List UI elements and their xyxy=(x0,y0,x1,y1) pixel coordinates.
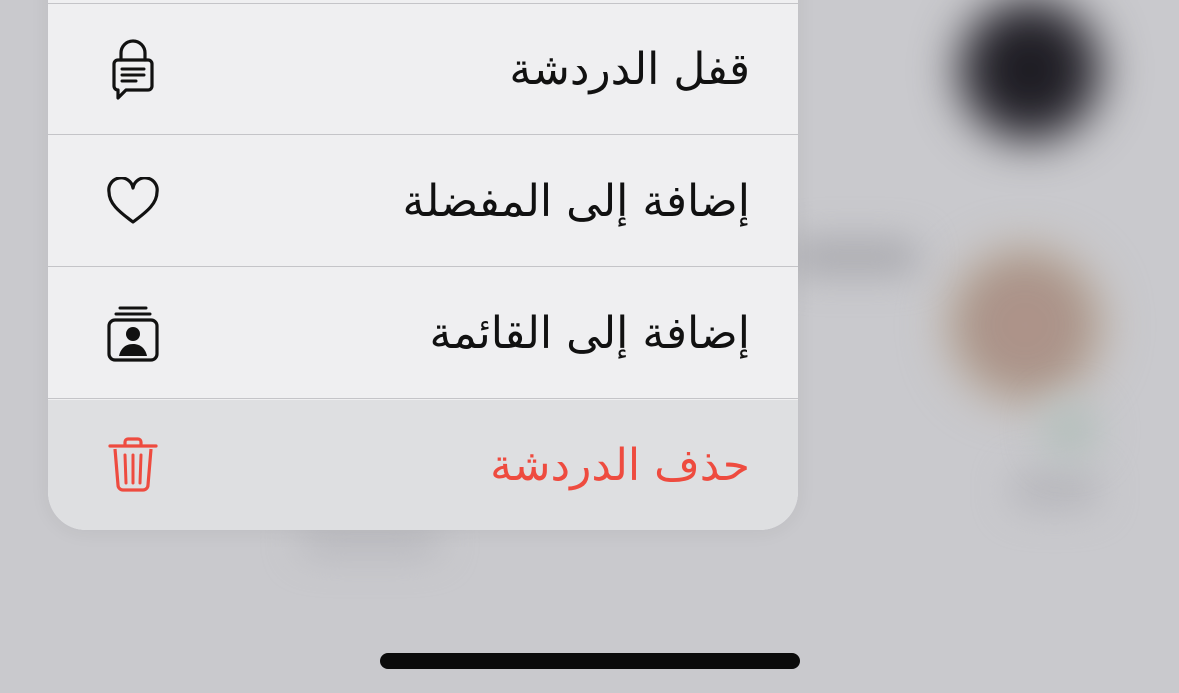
menu-item-delete-chat[interactable]: حذف الدردشة xyxy=(48,400,798,530)
screen: قفل الدردشة إضافة إلى المفضلة إضافة إلى … xyxy=(0,0,1179,693)
blurred-background xyxy=(790,240,920,274)
blurred-background xyxy=(1040,400,1100,460)
trash-icon xyxy=(106,435,160,495)
menu-item-label: إضافة إلى المفضلة xyxy=(402,176,750,227)
menu-item-label: إضافة إلى القائمة xyxy=(429,308,750,359)
menu-item-label: قفل الدردشة xyxy=(509,44,750,95)
blurred-avatar xyxy=(955,0,1105,145)
contact-list-icon xyxy=(106,304,160,364)
home-indicator[interactable] xyxy=(380,653,800,669)
blurred-background xyxy=(1010,470,1100,510)
context-menu: قفل الدردشة إضافة إلى المفضلة إضافة إلى … xyxy=(48,0,798,530)
menu-item-add-list[interactable]: إضافة إلى القائمة xyxy=(48,268,798,399)
lock-chat-icon xyxy=(106,38,160,100)
heart-icon xyxy=(106,172,160,232)
menu-item-lock-chat[interactable]: قفل الدردشة xyxy=(48,4,798,135)
menu-item-label: حذف الدردشة xyxy=(490,439,750,491)
blurred-avatar xyxy=(945,245,1105,405)
menu-item-add-favorites[interactable]: إضافة إلى المفضلة xyxy=(48,136,798,267)
